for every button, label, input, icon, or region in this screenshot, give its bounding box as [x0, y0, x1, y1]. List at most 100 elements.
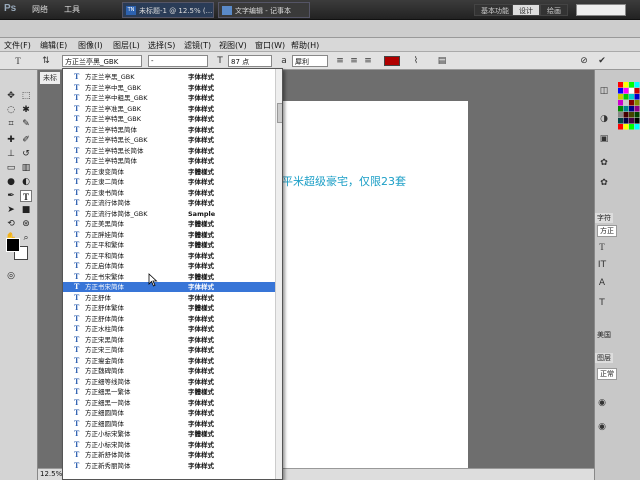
swatch[interactable] [623, 100, 629, 106]
font-option[interactable]: T 方正兰亭特黑_GBK 字体样式 [63, 114, 275, 124]
font-option[interactable]: T 方正细黑一简体 字体样式 [63, 398, 275, 408]
font-option[interactable]: T 方正兰亭特黑简体 字体样式 [63, 125, 275, 135]
blur-tool-icon[interactable]: ● [5, 176, 17, 188]
font-option[interactable]: T 方正舒体简体 字体样式 [63, 314, 275, 324]
swatches-grid[interactable] [618, 82, 640, 130]
document-tab[interactable]: 未标 [40, 72, 60, 84]
menu-view[interactable]: 视图(V) [219, 40, 247, 51]
swatch[interactable] [623, 106, 629, 112]
type-tool-button-icon[interactable]: T [20, 190, 32, 202]
history-brush-icon[interactable]: ↺ [20, 148, 32, 160]
swatch[interactable] [618, 124, 623, 130]
character-tab[interactable]: 字符 [595, 213, 613, 223]
font-option[interactable]: T 方正魏碑简体 字体样式 [63, 366, 275, 376]
font-option[interactable]: T 方正细圆简体 字体样式 [63, 408, 275, 418]
font-option[interactable]: T 方正书宋繁体 字體樣式 [63, 272, 275, 282]
swatch[interactable] [623, 118, 629, 124]
align-left-icon[interactable]: ≡ [334, 55, 346, 67]
align-right-icon[interactable]: ≡ [362, 55, 374, 67]
font-option[interactable]: T 方正兰亭黑_GBK 字体样式 [63, 72, 275, 82]
eraser-tool-icon[interactable]: ▭ [5, 162, 17, 174]
swatch[interactable] [618, 100, 623, 106]
font-option[interactable]: T 方正兰亭特黑长简体 字体样式 [63, 146, 275, 156]
swatch[interactable] [634, 100, 640, 106]
font-option[interactable]: T 方正小标宋繁体 字體樣式 [63, 429, 275, 439]
marquee-tool-icon[interactable]: ⬚ [20, 90, 32, 102]
adjustments-icon[interactable]: ◑ [599, 114, 609, 124]
stamp-tool-icon[interactable]: ⊥ [5, 148, 17, 160]
tools-menu[interactable]: 工具 [64, 4, 80, 15]
font-option[interactable]: T 方正水柱简体 字体样式 [63, 324, 275, 334]
font-option[interactable]: T 方正细等线简体 字体样式 [63, 377, 275, 387]
shape-tool-icon[interactable]: ■ [20, 204, 32, 216]
healing-tool-icon[interactable]: ✚ [5, 134, 17, 146]
swatch[interactable] [629, 88, 634, 94]
swatch[interactable] [634, 124, 640, 130]
dodge-tool-icon[interactable]: ◐ [20, 176, 32, 188]
menu-select[interactable]: 选择(S) [148, 40, 175, 51]
menu-edit[interactable]: 编辑(E) [40, 40, 67, 51]
font-option[interactable]: T 方正舒体繁体 字體樣式 [63, 303, 275, 313]
eyedropper-icon[interactable]: ✎ [20, 118, 32, 130]
font-option[interactable]: T 方正宋黑简体 字体样式 [63, 335, 275, 345]
crop-tool-icon[interactable]: ⌗ [5, 118, 17, 130]
font-option[interactable]: T 方正隶变简体 字體樣式 [63, 167, 275, 177]
font-option[interactable]: T 方正兰亭特黑长_GBK 字体样式 [63, 135, 275, 145]
font-option[interactable]: T 方正细黑一繁体 字體樣式 [63, 387, 275, 397]
workspace-search[interactable] [576, 4, 626, 16]
swatch[interactable] [634, 106, 640, 112]
layer-visibility-icon[interactable]: ◉ [597, 398, 607, 408]
scroll-thumb[interactable] [277, 103, 282, 123]
bridge-menu[interactable]: 网络 [32, 4, 48, 15]
layers-tab[interactable]: 图层 [595, 353, 613, 363]
font-option[interactable]: T 方正美黑简体 字體樣式 [63, 219, 275, 229]
tab-document[interactable]: TN 未标题-1 @ 12.5% (... [122, 2, 214, 18]
font-option[interactable]: T 方正书宋简体 字体样式 [63, 282, 275, 292]
character-font-field[interactable]: 方正 [597, 225, 617, 237]
font-option[interactable]: T 方正启体简体 字体样式 [63, 261, 275, 271]
orientation-icon[interactable]: ⇅ [40, 55, 52, 67]
font-family-select[interactable]: 方正兰亭黑_GBK [62, 55, 142, 67]
font-option[interactable]: T 方正新舒体简体 字体样式 [63, 450, 275, 460]
swatch[interactable] [623, 82, 629, 88]
menu-window[interactable]: 窗口(W) [255, 40, 285, 51]
font-option[interactable]: T 方正新秀丽简体 字体样式 [63, 461, 275, 471]
blend-mode-select[interactable]: 正常 [597, 368, 617, 380]
font-option[interactable]: T 方正兰亭中黑_GBK 字体样式 [63, 83, 275, 93]
menu-filter[interactable]: 滤镜(T) [184, 40, 211, 51]
brush-tool-icon[interactable]: ✐ [20, 134, 32, 146]
swatch[interactable] [629, 112, 634, 118]
path-select-icon[interactable]: ➤ [5, 204, 17, 216]
swatch[interactable] [618, 82, 623, 88]
swatch[interactable] [629, 94, 634, 100]
font-size-select[interactable]: 87 点 [228, 55, 272, 67]
menu-file[interactable]: 文件(F) [4, 40, 31, 51]
workspace-essentials[interactable]: 基本功能 [474, 4, 516, 16]
menu-help[interactable]: 帮助(H) [291, 40, 319, 51]
swatch[interactable] [618, 88, 623, 94]
font-option[interactable]: T 方正隶书简体 字体样式 [63, 188, 275, 198]
font-option[interactable]: T 方正胖娃简体 字體樣式 [63, 230, 275, 240]
swatch[interactable] [629, 106, 634, 112]
swatch[interactable] [629, 118, 634, 124]
pen-tool-icon[interactable]: ✒ [5, 190, 17, 202]
swatch[interactable] [634, 112, 640, 118]
swatch[interactable] [618, 118, 623, 124]
tab-notepad[interactable]: 文字编辑 - 记事本 [218, 2, 310, 18]
swatch[interactable] [623, 88, 629, 94]
swatch[interactable] [634, 82, 640, 88]
antialias-select[interactable]: 犀利 [292, 55, 328, 67]
swatch[interactable] [634, 88, 640, 94]
move-tool-icon[interactable]: ✥ [5, 90, 17, 102]
warp-text-icon[interactable]: ⌇ [410, 55, 422, 67]
3d-rotate-icon[interactable]: ⟲ [5, 218, 17, 230]
swatch[interactable] [623, 112, 629, 118]
magic-wand-icon[interactable]: ✱ [20, 104, 32, 116]
font-option[interactable]: T 方正瘦金简体 字体样式 [63, 356, 275, 366]
swatch[interactable] [623, 124, 629, 130]
color-panel-icon[interactable]: ◫ [599, 86, 609, 96]
font-option[interactable]: T 方正宋三简体 字体样式 [63, 345, 275, 355]
gradient-tool-icon[interactable]: ▥ [20, 162, 32, 174]
font-family-dropdown[interactable]: T 方正兰亭黑_GBK 字体样式 T 方正兰亭中黑_GBK 字体样式 T 方正兰亭中粗黑_GB… [62, 68, 283, 480]
commit-icon[interactable]: ✔ [596, 55, 608, 67]
